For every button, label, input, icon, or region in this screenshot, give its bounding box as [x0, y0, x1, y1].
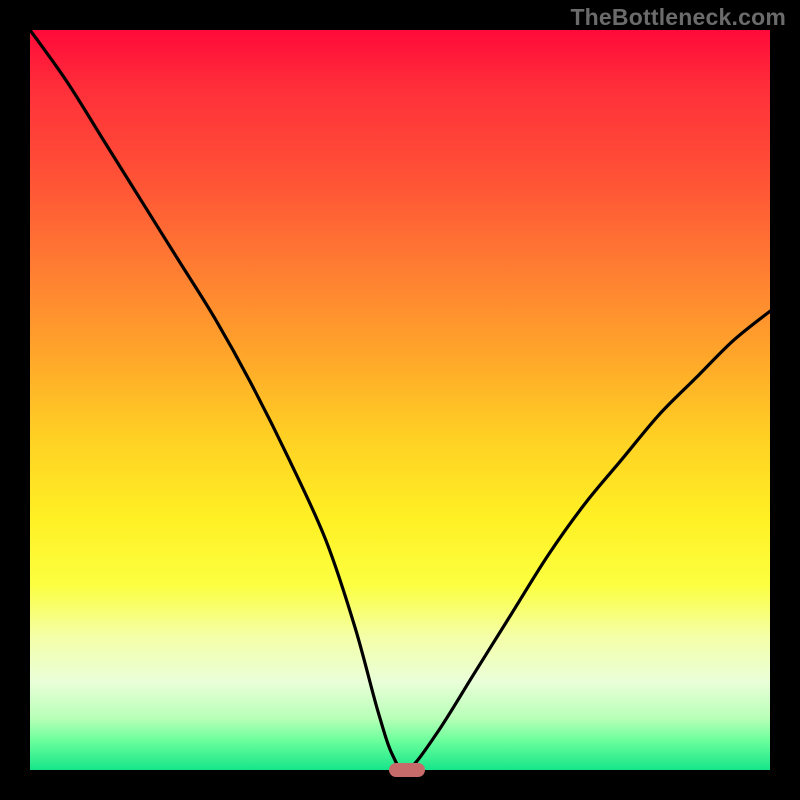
chart-frame: TheBottleneck.com [0, 0, 800, 800]
heat-gradient [30, 30, 770, 770]
min-marker [389, 763, 425, 777]
watermark-label: TheBottleneck.com [570, 4, 786, 31]
plot-area [30, 30, 770, 770]
